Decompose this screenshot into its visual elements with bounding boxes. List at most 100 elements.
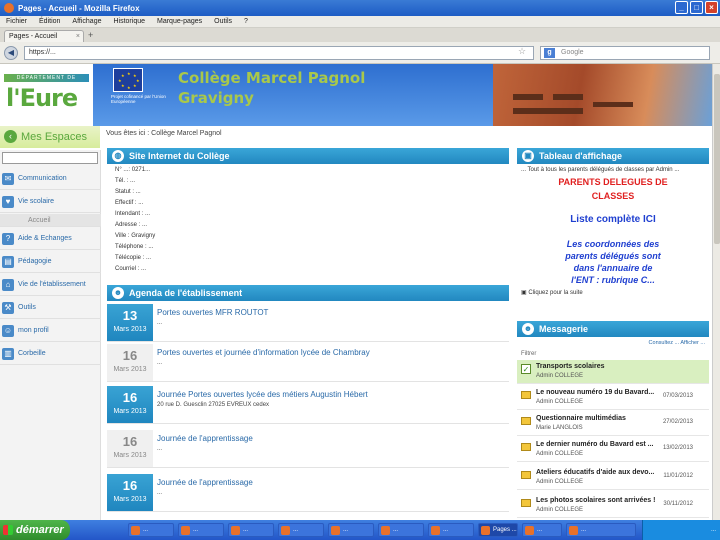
eu-text: Projet cofinancé par l'Union Européenne (111, 94, 166, 104)
college-building-photo (493, 64, 712, 126)
bookmark-star-icon[interactable]: ☆ (518, 46, 526, 57)
navigation-bar: ◀ https://... ☆ g Google (0, 42, 720, 64)
board-icon: ▣ (522, 150, 534, 162)
menu-help[interactable]: ? (244, 18, 248, 25)
sidebar-subitem-accueil[interactable]: Accueil (0, 214, 101, 227)
trash-icon: ▥ (2, 348, 14, 360)
notice-red-line: PARENTS DELEGUES DE (558, 177, 668, 187)
window-controls: _ □ × (675, 1, 718, 14)
menu-bookmarks[interactable]: Marque-pages (157, 18, 202, 25)
search-input[interactable]: g Google (540, 46, 710, 60)
agenda-event[interactable]: 16 Mars 2013 Journée de l'apprentissage … (107, 430, 509, 468)
event-title[interactable]: Journée de l'apprentissage (157, 434, 253, 443)
message-item[interactable]: Ateliers éducatifs d'aide aux devo... Ad… (517, 466, 709, 490)
notice-heading: Tableau d'affichage (539, 151, 622, 161)
envelope-icon (521, 443, 531, 451)
sidebar-item-outils[interactable]: ⚒ Outils (0, 297, 101, 319)
site-line: Tél. : ... (115, 178, 136, 184)
tab-accueil[interactable]: Pages - Accueil × (4, 30, 84, 42)
app-icon (181, 526, 190, 535)
notice-more-link[interactable]: ▣ Cliquez pour la suite (517, 289, 709, 296)
taskbar-item[interactable]: ... (328, 523, 374, 537)
close-button[interactable]: × (705, 1, 718, 14)
sidebar-item-vie-etablissement[interactable]: ⌂ Vie de l'établissement (0, 274, 101, 296)
tab-close-icon[interactable]: × (76, 31, 80, 42)
agenda-event[interactable]: 16 Mars 2013 Journée de l'apprentissage … (107, 474, 509, 512)
agenda-event[interactable]: 16 Mars 2013 Journée Portes ouvertes lyc… (107, 386, 509, 424)
menu-view[interactable]: Affichage (72, 18, 101, 25)
taskbar-item[interactable]: ... (128, 523, 174, 537)
notice-meta: ... Tout à tous les parents délégués de … (521, 167, 680, 173)
app-icon (231, 526, 240, 535)
taskbar-item[interactable]: ... (278, 523, 324, 537)
message-item[interactable]: Le dernier numéro du Bavard est ... Admi… (517, 438, 709, 462)
windows-flag-icon (3, 525, 13, 535)
site-line: N° ...: 0271... (115, 167, 151, 173)
windows-taskbar: démarrer ... ... ... ... ... ... ... Pag… (0, 520, 720, 540)
site-heading: Site Internet du Collège (129, 151, 230, 161)
taskbar-item[interactable]: ... (428, 523, 474, 537)
clock: ... (710, 527, 716, 533)
new-tab-button[interactable]: + (88, 30, 93, 40)
messagerie-section-header: ☻ Messagerie (517, 321, 709, 337)
search-placeholder: Google (561, 49, 584, 56)
taskbar-item[interactable]: ... (566, 523, 636, 537)
sidebar-item-pedagogie[interactable]: ▤ Pédagogie (0, 251, 101, 273)
url-bar[interactable]: https://... (24, 46, 534, 60)
taskbar-item[interactable]: ... (378, 523, 424, 537)
menu-bar: Fichier Édition Affichage Historique Mar… (0, 16, 720, 28)
envelope-icon: ✉ (2, 173, 14, 185)
agenda-event[interactable]: 16 Mars 2013 Portes ouvertes et journée … (107, 344, 509, 382)
taskbar-item[interactable]: ... (228, 523, 274, 537)
eure-logo[interactable]: DÉPARTEMENT DE l'Eure (0, 64, 93, 126)
back-button[interactable]: ◀ (4, 46, 18, 60)
menu-history[interactable]: Historique (113, 18, 145, 25)
menu-file[interactable]: Fichier (6, 18, 27, 25)
app-icon (281, 526, 290, 535)
scrollbar-thumb[interactable] (714, 74, 720, 244)
web-page: DÉPARTEMENT DE l'Eure ★ ★ ★ ★ ★ ★ ★ ★ Pr… (0, 64, 712, 520)
app-icon (431, 526, 440, 535)
window-title: Pages - Accueil - Mozilla Firefox (18, 3, 140, 13)
taskbar-item[interactable]: ... (522, 523, 562, 537)
sidebar-search-input[interactable] (2, 152, 98, 164)
messagerie-heading: Messagerie (539, 324, 589, 334)
message-item[interactable]: Le nouveau numéro 19 du Bavard... Admin … (517, 386, 709, 410)
notice-link[interactable]: Liste complète ICI (517, 214, 709, 226)
sidebar-item-profil[interactable]: ☺ mon profil (0, 320, 101, 342)
sidebar-item-communication[interactable]: ✉ Communication (0, 168, 101, 190)
sidebar-item-corbeille[interactable]: ▥ Corbeille (0, 343, 101, 365)
help-icon: ? (2, 233, 14, 245)
event-title[interactable]: Portes ouvertes et journée d'information… (157, 348, 370, 357)
college-name: Collège Marcel Pagnol (178, 69, 366, 87)
notice-italic-line: dans l'annuaire de (573, 263, 653, 273)
mes-espaces[interactable]: ‹ Mes Espaces (0, 126, 100, 148)
sidebar-item-vie-scolaire[interactable]: ♥ Vie scolaire (0, 191, 101, 213)
message-item[interactable]: Questionnaire multimédias Marie LANGLOIS… (517, 412, 709, 436)
start-button[interactable]: démarrer (0, 520, 70, 540)
envelope-icon (521, 417, 531, 425)
google-icon: g (544, 48, 555, 58)
taskbar-item[interactable]: ... (178, 523, 224, 537)
agenda-event[interactable]: 13 Mars 2013 Portes ouvertes MFR ROUTOT … (107, 304, 509, 342)
menu-edit[interactable]: Édition (39, 18, 60, 25)
notice-italic-line: l'ENT : rubrique C... (571, 275, 655, 285)
vertical-scrollbar[interactable] (712, 64, 720, 520)
event-title[interactable]: Portes ouvertes MFR ROUTOT (157, 308, 268, 317)
messagerie-filter[interactable]: Filtrer (521, 351, 536, 357)
sidebar-item-aide[interactable]: ? Aide & Echanges (0, 228, 101, 250)
back-arrow-icon: ‹ (4, 130, 17, 143)
taskbar-item-firefox[interactable]: Pages ... (478, 523, 518, 537)
minimize-button[interactable]: _ (675, 1, 688, 14)
maximize-button[interactable]: □ (690, 1, 703, 14)
agenda-heading: Agenda de l'établissement (129, 288, 243, 298)
logo-text: l'Eure (6, 84, 78, 112)
message-item[interactable]: Les photos scolaires sont arrivées ! Adm… (517, 494, 709, 518)
app-icon (381, 526, 390, 535)
event-title[interactable]: Journée de l'apprentissage (157, 478, 253, 487)
menu-tools[interactable]: Outils (214, 18, 232, 25)
event-title[interactable]: Journée Portes ouvertes lycée des métier… (157, 390, 368, 399)
message-item[interactable]: ✓ Transports scolaires Admin COLLEGE (517, 360, 709, 384)
college-town: Gravigny (178, 89, 254, 107)
messagerie-links[interactable]: Consultez ... Afficher ... (517, 337, 709, 349)
